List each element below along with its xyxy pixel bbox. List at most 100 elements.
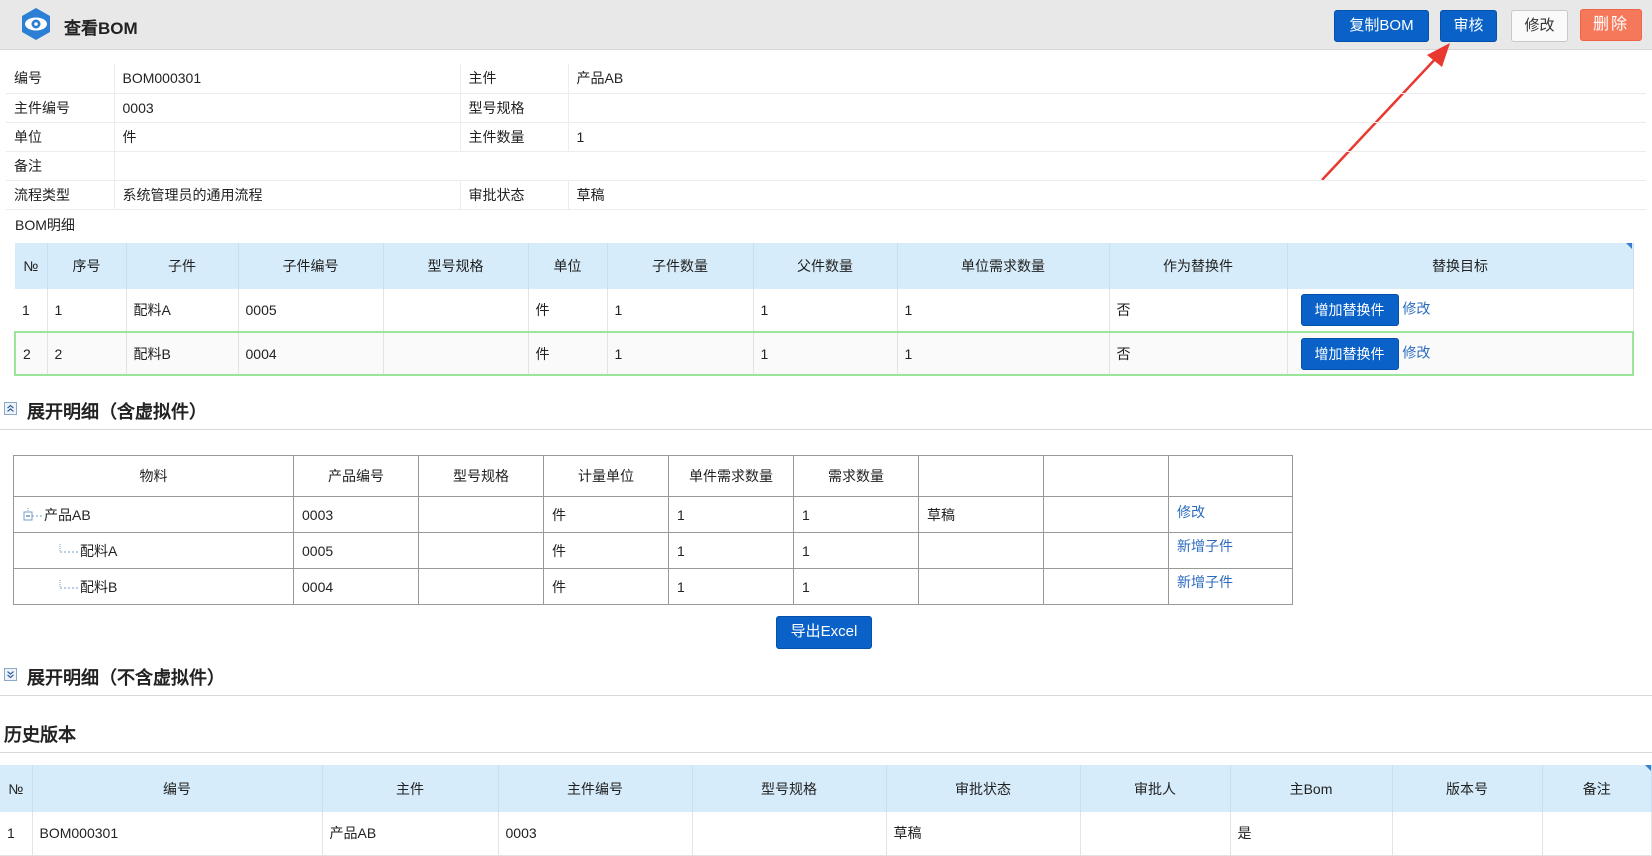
column-header: 型号规格 bbox=[692, 765, 887, 812]
cell-version bbox=[1392, 812, 1543, 856]
column-header: 审批状态 bbox=[886, 765, 1081, 812]
column-header: 子件数量 bbox=[607, 243, 754, 289]
info-label: 主件编号 bbox=[6, 93, 114, 123]
column-header: 审批人 bbox=[1080, 765, 1231, 812]
cell-qty: 1 bbox=[607, 331, 754, 376]
cell-unit: 件 bbox=[543, 568, 669, 605]
column-header: 备注 bbox=[1542, 765, 1652, 812]
cell-action: 修改 bbox=[1168, 496, 1293, 533]
table-row[interactable]: 1 BOM000301 产品AB 0003 草稿 是 bbox=[0, 812, 1652, 856]
cell-unit-qty: 1 bbox=[668, 532, 794, 569]
column-header: 单位 bbox=[528, 243, 608, 289]
cell-part: 配料A bbox=[126, 289, 239, 333]
column-header: 主Bom bbox=[1230, 765, 1393, 812]
bom-detail-table: № 序号 子件 子件编号 型号规格 单位 子件数量 父件数量 单位需求数量 作为… bbox=[14, 243, 1634, 376]
cell-qty: 1 bbox=[607, 289, 754, 333]
cell-status: 草稿 bbox=[886, 812, 1081, 856]
column-header: 编号 bbox=[32, 765, 323, 812]
section-divider bbox=[0, 429, 1652, 430]
eye-icon bbox=[22, 8, 50, 40]
column-header bbox=[1043, 455, 1169, 497]
cell-actions: 增加替换件 修改 bbox=[1287, 289, 1634, 333]
tree-node-label: 配料A bbox=[80, 542, 118, 559]
column-header bbox=[918, 455, 1044, 497]
info-row: 编号 BOM000301 主件 产品AB bbox=[6, 64, 1646, 94]
cell-no: 2 bbox=[14, 331, 48, 376]
bom-detail-label: BOM明细 bbox=[15, 217, 75, 233]
cell-is-substitute: 否 bbox=[1109, 331, 1288, 376]
cell-code: 0003 bbox=[293, 496, 419, 533]
add-child-link[interactable]: 新增子件 bbox=[1177, 574, 1233, 590]
bom-info-table: 编号 BOM000301 主件 产品AB 主件编号 0003 型号规格 单位 件… bbox=[6, 64, 1646, 210]
cell-spec bbox=[692, 812, 887, 856]
info-value: 件 bbox=[113, 122, 460, 152]
info-value bbox=[567, 93, 1646, 123]
cell-code: BOM000301 bbox=[32, 812, 323, 856]
cell-no: 1 bbox=[15, 289, 48, 333]
cell-qty: 1 bbox=[793, 532, 919, 569]
cell-unit: 件 bbox=[543, 496, 669, 533]
cell-parent-qty: 1 bbox=[753, 289, 898, 333]
cell-unit-demand: 1 bbox=[897, 331, 1110, 376]
column-header: 计量单位 bbox=[543, 455, 669, 497]
cell-status bbox=[918, 532, 1044, 569]
tree-collapse-icon[interactable] bbox=[22, 507, 44, 524]
info-value: 草稿 bbox=[567, 180, 1646, 210]
cell-material: 产品AB bbox=[13, 496, 294, 533]
double-chevron-down-icon[interactable] bbox=[4, 668, 17, 681]
cell-spec bbox=[418, 532, 544, 569]
cell-actions: 增加替换件 修改 bbox=[1287, 331, 1634, 376]
cell-code: 0005 bbox=[293, 532, 419, 569]
info-label: 备注 bbox=[6, 151, 114, 181]
column-header: 子件编号 bbox=[238, 243, 384, 289]
cell-code: 0004 bbox=[293, 568, 419, 605]
cell-material: 配料B bbox=[13, 568, 294, 605]
cell-code: 0005 bbox=[238, 289, 384, 333]
add-child-link[interactable]: 新增子件 bbox=[1177, 538, 1233, 554]
cell-status bbox=[918, 568, 1044, 605]
add-substitute-button[interactable]: 增加替换件 bbox=[1300, 294, 1399, 326]
cell-main-bom: 是 bbox=[1230, 812, 1393, 856]
table-row[interactable]: 2 2 配料B 0004 件 1 1 1 否 增加替换件 修改 bbox=[14, 331, 1634, 376]
tree-node-label: 配料B bbox=[80, 578, 118, 595]
info-label: 主件数量 bbox=[459, 122, 568, 152]
edit-link[interactable]: 修改 bbox=[1177, 504, 1205, 520]
info-value: BOM000301 bbox=[113, 64, 460, 94]
column-header: 子件 bbox=[126, 243, 239, 289]
tree-row: 配料A 0005 件 1 1 新增子件 bbox=[13, 532, 1293, 569]
add-substitute-button[interactable]: 增加替换件 bbox=[1300, 337, 1399, 370]
column-header: 序号 bbox=[47, 243, 127, 289]
tree-line-icon bbox=[59, 579, 78, 589]
table-row[interactable]: 1 1 配料A 0005 件 1 1 1 否 增加替换件 修改 bbox=[15, 289, 1634, 333]
info-row: 单位 件 主件数量 1 bbox=[6, 122, 1646, 152]
double-chevron-up-icon[interactable] bbox=[4, 402, 17, 415]
export-excel-button[interactable]: 导出Excel bbox=[776, 616, 872, 649]
cell-action: 新增子件 bbox=[1168, 532, 1293, 569]
column-header: № bbox=[15, 243, 48, 289]
tree-row: 产品AB 0003 件 1 1 草稿 修改 bbox=[13, 496, 1293, 533]
column-header bbox=[1168, 455, 1293, 497]
resize-corner-icon bbox=[1626, 243, 1632, 249]
cell-qty: 1 bbox=[793, 496, 919, 533]
cell-spec bbox=[418, 496, 544, 533]
section-title-expand-virtual[interactable]: 展开明细（含虚拟件） bbox=[27, 398, 207, 424]
info-label: 编号 bbox=[6, 64, 114, 94]
info-label: 主件 bbox=[459, 64, 568, 94]
edit-button[interactable]: 修改 bbox=[1511, 10, 1568, 42]
delete-button[interactable]: 删除 bbox=[1580, 9, 1642, 41]
cell-extra bbox=[1043, 496, 1169, 533]
column-header: 版本号 bbox=[1392, 765, 1543, 812]
column-header: 替换目标 bbox=[1287, 243, 1634, 289]
history-title: 历史版本 bbox=[4, 725, 76, 745]
info-label: 单位 bbox=[6, 122, 114, 152]
info-value: 1 bbox=[567, 122, 1646, 152]
cell-extra bbox=[1043, 532, 1169, 569]
cell-qty: 1 bbox=[793, 568, 919, 605]
edit-link[interactable]: 修改 bbox=[1402, 344, 1430, 360]
column-header: 作为替换件 bbox=[1109, 243, 1288, 289]
column-header: 产品编号 bbox=[293, 455, 419, 497]
cell-unit: 件 bbox=[543, 532, 669, 569]
section-title-expand-nonvirtual[interactable]: 展开明细（不含虚拟件） bbox=[27, 664, 225, 690]
edit-link[interactable]: 修改 bbox=[1402, 301, 1430, 317]
section-divider bbox=[0, 695, 1652, 696]
